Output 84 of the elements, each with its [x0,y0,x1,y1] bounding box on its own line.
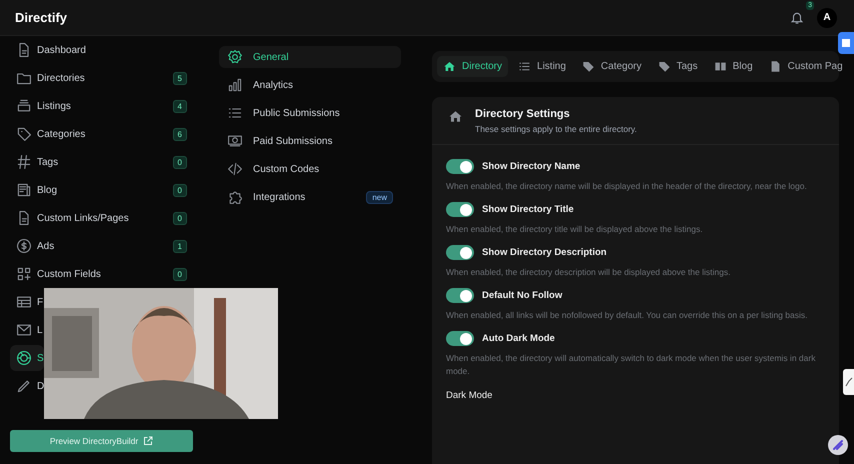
setting-description: When enabled, the directory title will be displayed above the listings. [446,223,704,236]
settings-menu-item[interactable]: Integrations new [219,186,401,208]
tab-icon [658,60,670,73]
settings-menu-item[interactable]: Analytics [219,74,401,96]
setting-label: Default No Follow [482,290,562,301]
tab[interactable]: Blog [708,56,759,77]
count-badge: 1 [172,240,187,252]
tab-icon [443,60,456,73]
card-subtitle: These settings apply to the entire directory. [475,124,637,134]
widget-icon [841,38,851,48]
sidebar-item[interactable]: Blog 0 [10,177,205,203]
sidebar-item[interactable]: Listings 4 [10,93,205,119]
sidebar-item-icon [16,378,32,394]
sidebar-item-icon [16,266,32,282]
setting-description: When enabled, all links will be nofollowed by default. You can override this on a per listing basis. [446,309,808,322]
sidebar-item[interactable]: S [10,345,44,371]
sidebar-item-icon [16,294,32,310]
setting-label: Show Directory Title [482,204,574,215]
toggle-switch[interactable] [446,331,474,346]
edit-button[interactable] [828,435,848,455]
menu-item-icon [227,77,243,93]
menu-item-icon [227,49,243,65]
sidebar-item[interactable]: Custom Links/Pages 0 [10,205,205,231]
side-tab[interactable] [838,32,854,54]
tab[interactable]: Custom Pag [762,56,849,77]
count-badge: 5 [172,72,187,84]
settings-menu-item[interactable]: General [219,46,401,68]
tab-icon [768,60,782,73]
sidebar-item[interactable]: Directories 5 [10,65,205,91]
new-badge: new [366,190,393,204]
sidebar-item-icon [16,350,32,366]
sidebar-item-icon [16,322,32,338]
tab-icon [582,60,595,73]
tab[interactable]: Tags [652,56,704,77]
setting-label: Auto Dark Mode [482,333,555,344]
tab[interactable]: Listing [512,56,572,77]
sidebar-item[interactable]: Ads 1 [10,233,205,259]
sidebar-item[interactable]: Custom Fields 0 [10,261,205,287]
menu-item-icon [227,161,243,177]
sidebar-item-icon [16,98,32,114]
sidebar-item-icon [16,182,32,198]
count-badge: 0 [172,268,187,280]
toggle-switch[interactable] [446,159,474,174]
toggle-switch[interactable] [446,245,474,260]
sidebar-item-icon [16,154,32,170]
count-badge: 0 [172,156,187,168]
avatar-button[interactable]: A [817,8,837,28]
count-badge: 4 [172,100,187,112]
tab-icon [518,60,532,73]
sidebar-item[interactable]: Dashboard [10,37,86,63]
count-badge: 0 [172,212,187,224]
settings-menu-item[interactable]: Public Submissions [219,102,401,124]
bell-icon [790,10,804,25]
toggle-switch[interactable] [446,202,474,217]
sidebar-item-icon [16,126,32,142]
app-title: Directify [15,10,68,25]
tab[interactable]: Directory [437,56,508,77]
tab-icon [714,60,727,73]
tab[interactable]: Category [576,56,648,77]
settings-menu-item[interactable]: Custom Codes [219,158,401,180]
toggle-switch[interactable] [446,288,474,303]
card-title: Directory Settings [475,108,571,120]
count-badge: 6 [172,128,187,140]
sidebar-item[interactable]: L [10,317,43,343]
setting-description: When enabled, the directory will automatically switch to dark mode when the user systemis in dark mode. [446,352,816,378]
edge-tab[interactable] [843,369,854,395]
pen-icon [832,439,844,451]
external-link-icon [143,436,154,446]
section-label: Dark Mode [446,390,494,401]
sidebar-item[interactable]: Tags 0 [10,149,205,175]
sidebar-item[interactable]: D [10,373,44,399]
menu-item-icon [227,189,243,205]
sidebar-item[interactable]: Categories 6 [10,121,205,147]
setting-description: When enabled, the directory name will be displayed in the header of the directory, near the logo. [446,180,808,193]
menu-item-icon [227,133,243,149]
sidebar-item[interactable]: F [10,289,44,315]
setting-label: Show Directory Name [482,161,580,172]
setting-description: When enabled, the directory description will be displayed above the listings. [446,266,732,279]
line-icon [844,377,852,387]
setting-label: Show Directory Description [482,247,607,258]
sidebar-item-icon [16,238,32,254]
settings-menu-item[interactable]: Paid Submissions [219,130,401,152]
home-icon [448,109,463,124]
count-badge: 0 [172,184,187,196]
